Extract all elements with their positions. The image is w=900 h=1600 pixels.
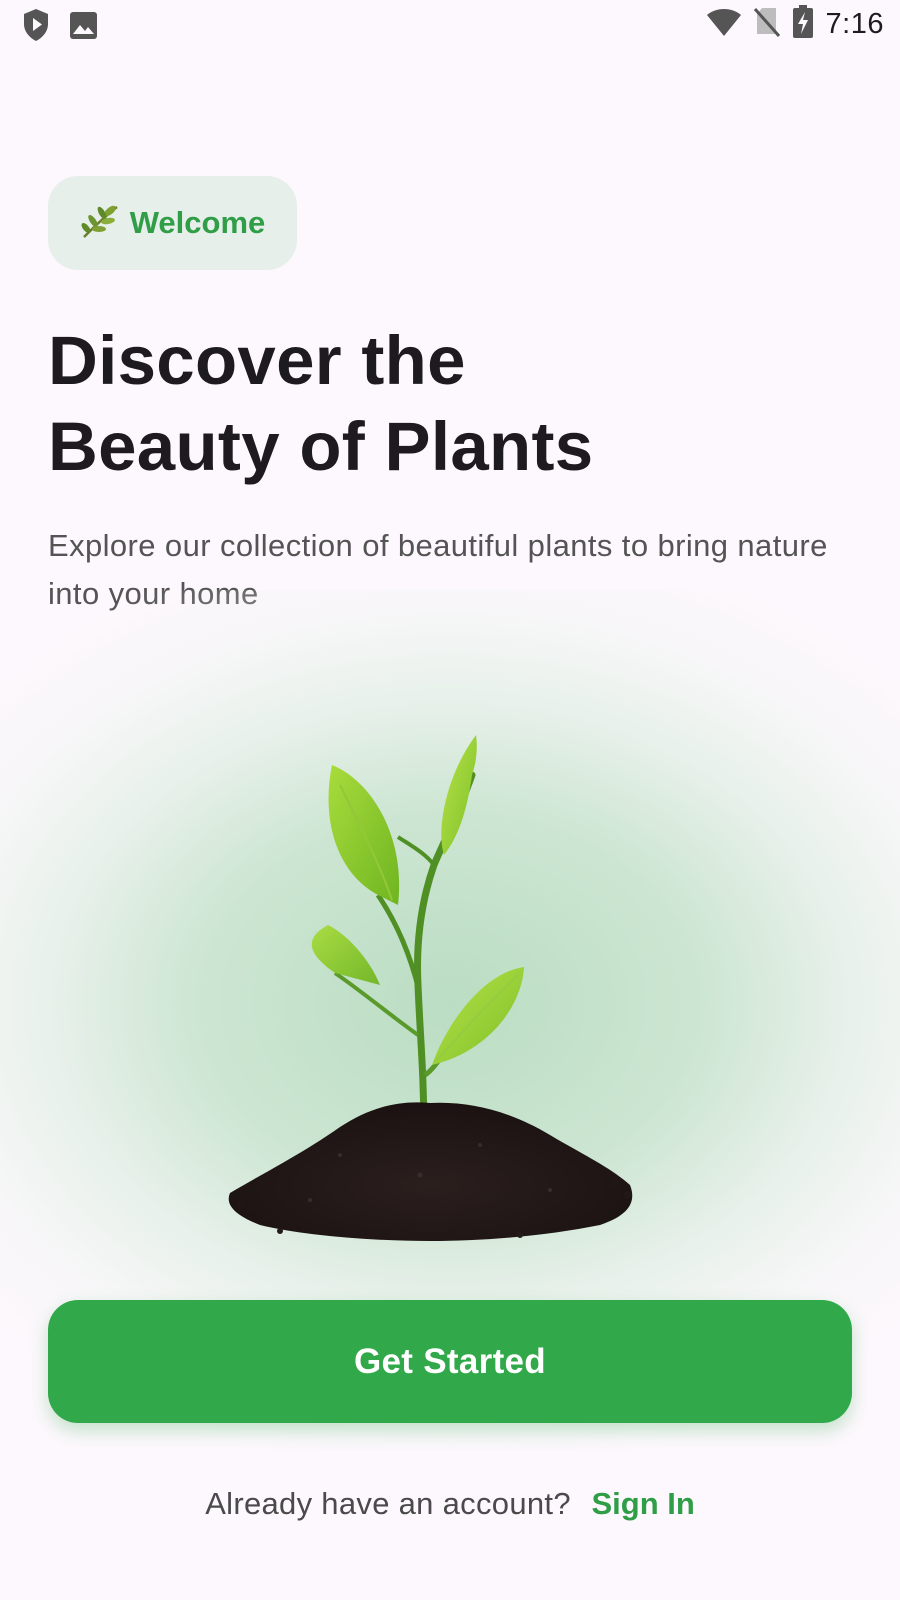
wifi-icon <box>706 7 742 42</box>
herb-icon <box>80 203 120 244</box>
plant-sprout-illustration <box>228 735 633 1241</box>
get-started-label: Get Started <box>354 1341 546 1381</box>
title-line-2: Beauty of Plants <box>48 408 594 485</box>
welcome-screen: 7:16 Welcome Discover the Beauty of Plan… <box>0 0 900 1600</box>
signin-prompt: Already have an account? <box>205 1486 571 1521</box>
title-line-1: Discover the <box>48 322 466 399</box>
battery-charging-icon <box>792 4 814 44</box>
no-sim-icon <box>753 6 780 43</box>
shield-play-icon <box>22 8 50 47</box>
status-bar: 7:16 <box>0 0 900 50</box>
sign-in-link[interactable]: Sign In <box>591 1486 694 1521</box>
get-started-button[interactable]: Get Started <box>48 1300 852 1423</box>
welcome-chip: Welcome <box>48 176 297 270</box>
status-time: 7:16 <box>825 7 884 40</box>
welcome-chip-label: Welcome <box>129 205 266 240</box>
page-title: Discover the Beauty of Plants <box>48 318 848 490</box>
image-icon <box>69 11 98 45</box>
signin-row: Already have an account? Sign In <box>0 1480 900 1528</box>
